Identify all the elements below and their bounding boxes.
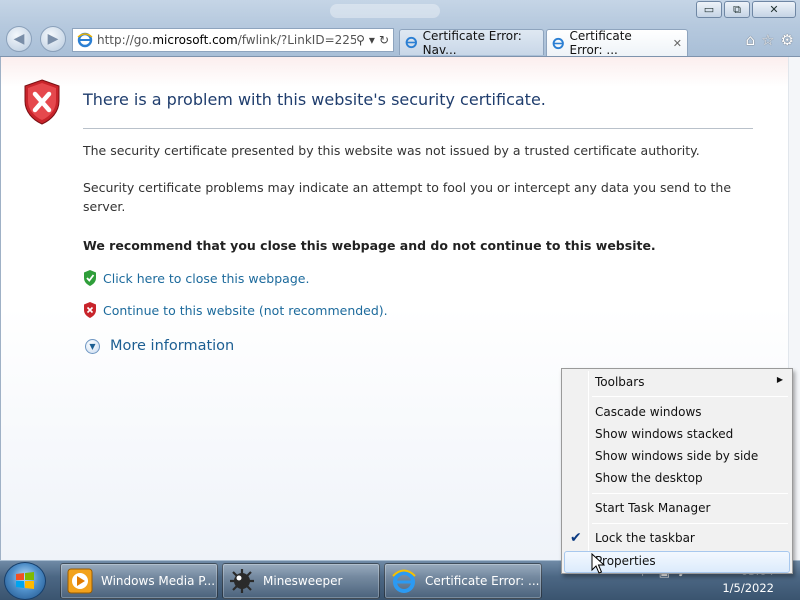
forward-button[interactable]: ▶ [40, 26, 66, 52]
shield-error-icon [24, 79, 60, 125]
menu-separator [592, 396, 788, 397]
close-button[interactable]: ✕ [752, 1, 796, 18]
page-title: There is a problem with this website's s… [83, 90, 546, 109]
close-webpage-label[interactable]: Click here to close this webpage. [103, 271, 309, 286]
gear-icon[interactable]: ⚙ [781, 31, 794, 49]
checkmark-icon: ✔ [570, 530, 582, 546]
refresh-icon[interactable]: ↻ [379, 33, 389, 47]
browser-toolbar: ▭ ⧉ ✕ ◀ ▶ http://go.microsoft.com/fwlink… [0, 0, 800, 57]
ie-icon [77, 32, 93, 48]
menu-item-toolbars[interactable]: Toolbars [595, 375, 785, 389]
address-bar[interactable]: http://go.microsoft.com/fwlink/?LinkID=2… [72, 28, 394, 52]
divider [83, 128, 753, 129]
windows-logo-icon [16, 572, 34, 589]
menu-item-side-by-side[interactable]: Show windows side by side [595, 449, 758, 463]
taskbar-item-internet-explorer[interactable]: Certificate Error: ... [384, 563, 542, 599]
paragraph-not-trusted: The security certificate presented by th… [83, 143, 700, 158]
taskbar-item-label: Windows Media P... [101, 574, 216, 588]
menu-separator [592, 493, 788, 494]
ie-icon [392, 569, 416, 593]
recommendation-text: We recommend that you close this webpage… [83, 238, 656, 253]
chevron-down-icon: ▼ [85, 338, 100, 354]
minesweeper-icon [230, 569, 254, 593]
close-webpage-link[interactable]: Click here to close this webpage. [83, 270, 309, 286]
mouse-cursor-icon [591, 553, 605, 574]
window-title-blur [330, 4, 440, 18]
more-information-label[interactable]: More information [110, 338, 234, 354]
shield-ok-icon [84, 270, 96, 286]
tab-label: Certificate Error: ... [569, 29, 632, 57]
back-button[interactable]: ◀ [6, 26, 32, 52]
tab-certificate-error-1[interactable]: Certificate Error: Nav... [399, 28, 544, 57]
tab-label: Certificate Error: Nav... [422, 28, 522, 57]
taskbar-item-label: Certificate Error: ... [425, 574, 540, 588]
continue-website-link[interactable]: Continue to this website (not recommende… [83, 302, 388, 318]
restore-button[interactable]: ⧉ [724, 1, 750, 18]
dropdown-arrow-icon[interactable]: ▾ [369, 33, 375, 47]
continue-website-label[interactable]: Continue to this website (not recommende… [103, 303, 388, 318]
menu-item-cascade-windows[interactable]: Cascade windows [595, 405, 702, 419]
menu-item-lock-taskbar[interactable]: Lock the taskbar [595, 531, 695, 545]
menu-gutter [588, 371, 589, 571]
ie-icon [405, 36, 417, 49]
menu-separator [592, 523, 788, 524]
start-button[interactable] [4, 562, 46, 600]
more-information-toggle[interactable]: ▼ More information [85, 338, 234, 354]
back-arrow-icon: ◀ [13, 31, 25, 47]
home-icon[interactable]: ⌂ [746, 31, 756, 49]
shield-warning-icon [84, 302, 96, 318]
ie-icon [552, 37, 564, 49]
taskbar-item-media-player[interactable]: Windows Media P... [60, 563, 218, 599]
tab-certificate-error-2[interactable]: Certificate Error: ... ✕ [546, 29, 688, 57]
clock-date: 1/5/2022 [722, 581, 774, 595]
menu-item-show-desktop[interactable]: Show the desktop [595, 471, 703, 485]
taskbar-item-label: Minesweeper [263, 574, 343, 588]
tab-close-icon[interactable]: ✕ [673, 37, 682, 50]
menu-item-task-manager[interactable]: Start Task Manager [595, 501, 710, 515]
taskbar-item-minesweeper[interactable]: Minesweeper [222, 563, 380, 599]
window-controls: ▭ ⧉ ✕ [694, 1, 796, 20]
menu-item-show-windows-stacked[interactable]: Show windows stacked [595, 427, 733, 441]
taskbar-context-menu: Toolbars ▶ Cascade windows Show windows … [561, 368, 793, 574]
favorites-star-icon[interactable]: ☆ [761, 31, 774, 49]
address-url: http://go.microsoft.com/fwlink/?LinkID=2… [97, 33, 357, 47]
search-icon[interactable]: ⚲ [356, 33, 365, 47]
media-player-icon [67, 568, 93, 594]
forward-arrow-icon: ▶ [47, 31, 59, 47]
paragraph-fool-you: Security certificate problems may indica… [83, 180, 732, 214]
submenu-arrow-icon: ▶ [776, 375, 783, 384]
minimize-button[interactable]: ▭ [696, 1, 722, 18]
